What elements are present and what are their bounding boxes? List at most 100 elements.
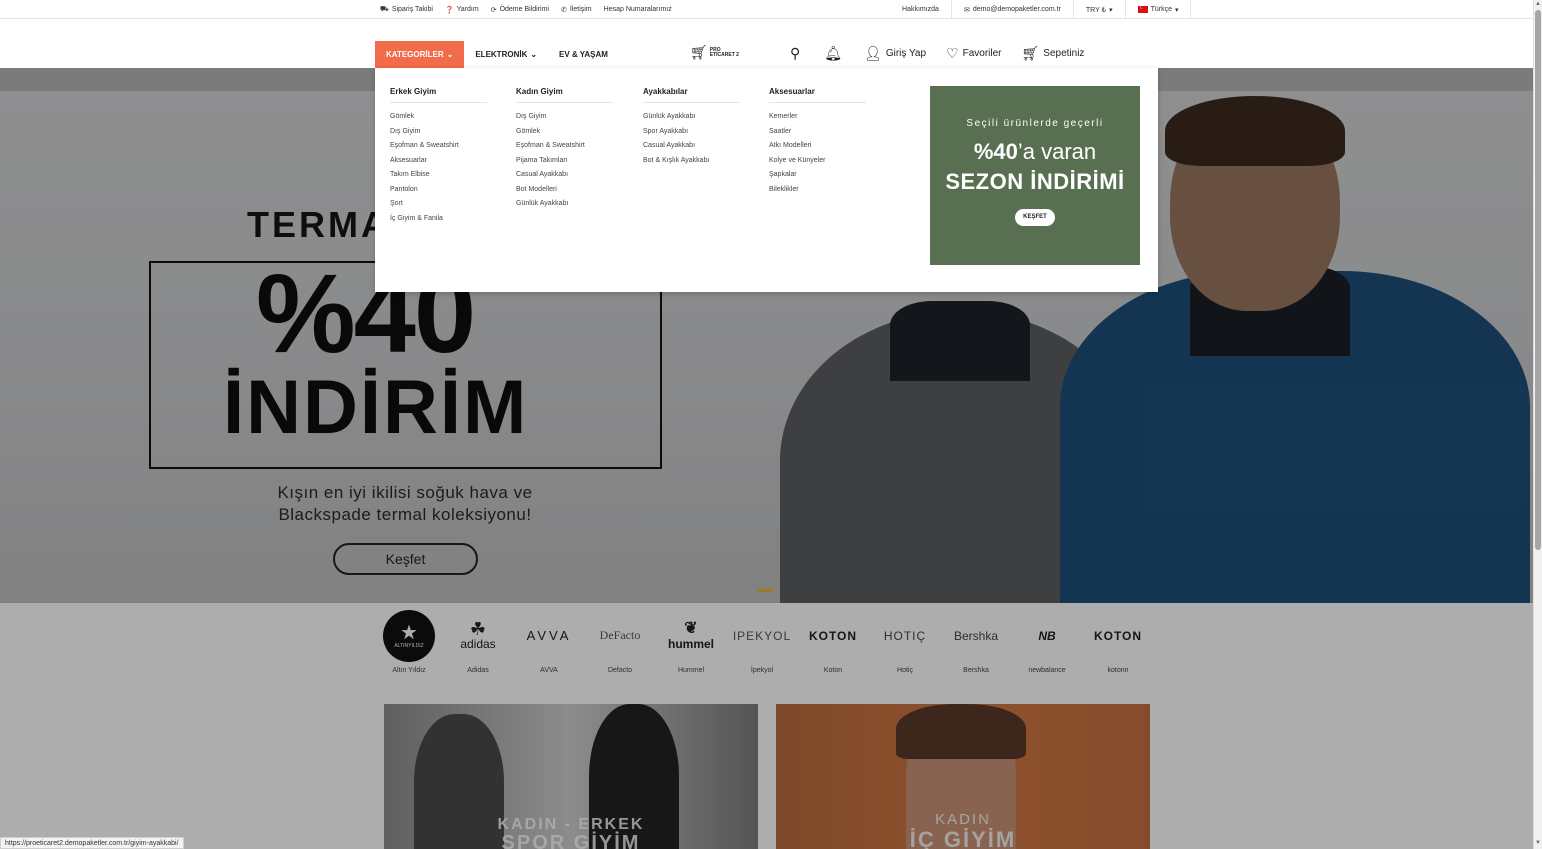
menu-item[interactable]: Gömlek (516, 125, 613, 140)
search-button[interactable]: ⚲ (790, 45, 800, 62)
brand-name: newbalance (1028, 667, 1066, 674)
brand-item[interactable]: DeFacto Defacto (589, 608, 651, 674)
brand-strip: ★ ALTINYILDIZ Altın Yıldız ☘ adidas Adidas… (378, 608, 1158, 680)
menu-item[interactable]: Kemerler (769, 110, 866, 125)
brand-logo: ★ ALTINYILDIZ (378, 608, 440, 663)
menu-item[interactable]: Eşofman & Sweatshirt (516, 139, 613, 154)
login-button[interactable]: 👤︎ Giriş Yap (864, 45, 926, 62)
scroll-up-icon[interactable]: ▲ (1535, 1, 1541, 7)
adidas-trefoil-icon: ☘ (469, 618, 487, 639)
brand-name: AVVA (540, 667, 558, 674)
menu-item[interactable]: Atkı Modelleri (769, 139, 866, 154)
email-link[interactable]: ✉ demo@demopaketler.com.tr (964, 6, 1073, 14)
menu-item[interactable]: Eşofman & Sweatshirt (390, 139, 487, 154)
avva-logo: AVVA (526, 628, 572, 643)
menu-item[interactable]: Kolye ve Künyeler (769, 154, 866, 169)
menu-item[interactable]: Aksesuarlar (390, 154, 487, 169)
menu-column-shoes: Ayakkabılar Günlük Ayakkabı Spor Ayakkab… (643, 87, 740, 168)
order-tracking-link[interactable]: ⛟ Sipariş Takibi (380, 5, 433, 14)
nav-electronics-label: ELEKTRONİK (475, 50, 528, 59)
brand-item[interactable]: HOTIÇ Hotiç (874, 608, 936, 675)
divider (1124, 0, 1126, 19)
brand-item[interactable]: IPEKYOL İpekyol (731, 608, 793, 675)
menu-column-title[interactable]: Erkek Giyim (390, 87, 487, 103)
menu-column-title[interactable]: Kadın Giyim (516, 87, 613, 103)
slider-indicator[interactable] (758, 589, 774, 592)
banner-underwear[interactable]: KADIN İÇ GİYİM (776, 704, 1150, 849)
nav-categories[interactable]: KATEGORİLER ⌄ (375, 41, 465, 68)
brand-item[interactable]: AVVA AVVA (518, 608, 580, 674)
brand-item[interactable]: NB newbalance (1016, 608, 1078, 675)
promo-discover-button[interactable]: KEŞFET (1015, 209, 1055, 226)
menu-item[interactable]: Pantolon (390, 183, 487, 198)
truck-icon: ⛟ (380, 6, 389, 13)
bank-accounts-link[interactable]: Hesap Numaralarımız (604, 6, 672, 13)
contact-link[interactable]: ✆ İletişim (561, 6, 592, 14)
menu-item[interactable]: Takım Elbise (390, 168, 487, 183)
menu-item[interactable]: Şort (390, 197, 487, 212)
cart-button[interactable]: 🛒︎ Sepetiniz (1022, 45, 1085, 62)
menu-item[interactable]: Şapkalar (769, 168, 866, 183)
banner-sportswear-text: KADIN - ERKEK SPOR GİYİM (384, 816, 758, 849)
menu-item[interactable]: Bot & Kışlık Ayakkabı (643, 154, 740, 169)
menu-promo-banner[interactable]: Seçili ürünlerde geçerli %40’a varan SEZ… (930, 86, 1140, 265)
adidas-logo: ☘ adidas (447, 608, 509, 663)
menu-item[interactable]: Dış Giyim (516, 110, 613, 125)
hero-discount-word: İNDİRİM (223, 365, 529, 450)
brand-name: Hummel (677, 667, 705, 674)
notifications-button[interactable]: 🔔︎ (824, 45, 842, 62)
nav-home-living[interactable]: EV & YAŞAM (548, 41, 619, 68)
menu-item[interactable]: Saatler (769, 125, 866, 140)
search-icon: ⚲ (790, 45, 801, 61)
brand-item[interactable]: KOTON Koton (802, 608, 864, 675)
menu-column-title[interactable]: Aksesuarlar (769, 87, 866, 103)
help-link[interactable]: ❓ Yardım (445, 6, 479, 14)
koton-logo: KOTON (1093, 628, 1143, 643)
brand-item[interactable]: ❦ hummel Hummel (660, 608, 722, 674)
menu-item[interactable]: Pijama Takımları (516, 154, 613, 169)
scroll-down-icon[interactable]: ▼ (1535, 840, 1541, 846)
brand-item[interactable]: KOTON kotonn (1087, 608, 1149, 675)
header-actions: ⚲ 🔔︎ 👤︎ Giriş Yap ♡ Favoriler 🛒︎ Sepetin… (790, 45, 1084, 62)
scrollbar-thumb[interactable] (1535, 10, 1541, 550)
brand-name: Altın Yıldız (392, 667, 426, 674)
brand-item[interactable]: ☘ adidas Adidas (447, 608, 509, 675)
menu-item[interactable]: İç Giyim & Fanila (390, 212, 487, 227)
hero-discover-button[interactable]: Keşfet (333, 543, 478, 575)
hero-brand-word: TERMA (247, 204, 390, 245)
brand-item[interactable]: ★ ALTINYILDIZ Altın Yıldız (378, 608, 440, 674)
payment-notice-link[interactable]: ⟳ Ödeme Bildirimi (491, 6, 549, 14)
divider (950, 0, 952, 19)
menu-item[interactable]: Günlük Ayakkabı (643, 110, 740, 125)
menu-item[interactable]: Spor Ayakkabı (643, 125, 740, 140)
language-dropdown[interactable]: Türkçe ▾ (1137, 5, 1191, 14)
menu-item[interactable]: Dış Giyim (390, 125, 487, 140)
menu-item[interactable]: Gömlek (390, 110, 487, 125)
brand-item[interactable]: Bershka Bershka (945, 608, 1007, 675)
banner-underwear-line2: İÇ GİYİM (909, 827, 1017, 849)
chevron-down-icon: ⌄ (530, 50, 538, 59)
email-label: demo@demopaketler.com.tr (972, 6, 1061, 13)
currency-dropdown[interactable]: TRY ₺ ▾ (1086, 6, 1125, 14)
nav-home-living-label: EV & YAŞAM (559, 50, 608, 59)
menu-column-title[interactable]: Ayakkabılar (643, 87, 740, 103)
nav-electronics[interactable]: ELEKTRONİK ⌄ (464, 41, 548, 68)
banner-sportswear[interactable]: KADIN - ERKEK SPOR GİYİM (384, 704, 758, 849)
categories-mega-menu: Erkek Giyim Gömlek Dış Giyim Eşofman & S… (375, 68, 1158, 292)
help-icon: ❓ (444, 6, 454, 14)
hero-subtitle: Kışın en iyi ikilisi soğuk hava ve Black… (240, 482, 570, 526)
menu-item[interactable]: Casual Ayakkabı (516, 168, 613, 183)
brand-name: Adidas (467, 667, 489, 674)
about-link[interactable]: Hakkımızda (902, 6, 951, 13)
menu-item[interactable]: Casual Ayakkabı (643, 139, 740, 154)
site-logo[interactable]: 🛒︎ PRO ETİCARET 2 (690, 45, 739, 59)
favorites-button[interactable]: ♡ Favoriler (946, 45, 1001, 62)
brand-name: Defacto (607, 667, 633, 674)
chevron-down-icon: ⌄ (446, 50, 454, 59)
menu-item[interactable]: Günlük Ayakkabı (516, 197, 613, 212)
menu-item[interactable]: Bot Modelleri (516, 183, 613, 198)
hummel-bee-icon: ❦ (684, 619, 698, 637)
vertical-scrollbar[interactable]: ▲ ▼ (1533, 0, 1542, 849)
banner-model-hair (896, 704, 1026, 759)
menu-item[interactable]: Bileklikler (769, 183, 866, 198)
